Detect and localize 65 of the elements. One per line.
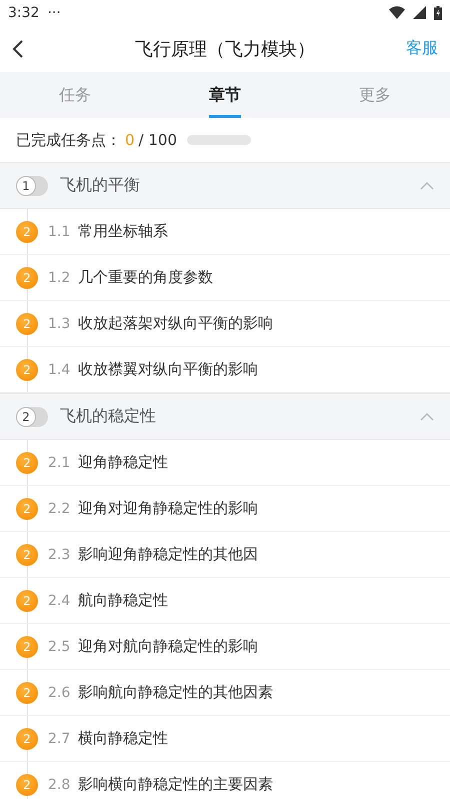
lesson-item[interactable]: 2 1.2 几个重要的角度参数: [0, 255, 450, 301]
lesson-number: 1.1: [48, 224, 72, 240]
lesson-number: 2.8: [48, 776, 72, 792]
wifi-icon: [389, 6, 405, 19]
progress-total: / 100: [138, 131, 177, 149]
lesson-number: 2.1: [48, 454, 72, 470]
lesson-badge: 2: [16, 544, 38, 566]
lesson-title: 迎角对航向静稳定性的影响: [78, 637, 258, 656]
lesson-badge: 2: [16, 728, 38, 750]
progress-done: 0: [125, 131, 135, 149]
lesson-number: 1.2: [48, 270, 72, 286]
back-button[interactable]: [12, 38, 24, 58]
lesson-badge: 2: [16, 498, 38, 520]
lesson-number: 2.7: [48, 730, 72, 746]
notification-dots: ···: [47, 4, 61, 20]
lesson-item[interactable]: 2 2.8 影响横向静稳定性的主要因素: [0, 762, 450, 799]
lesson-item[interactable]: 2 2.6 影响航向静稳定性的其他因素: [0, 670, 450, 716]
lesson-item[interactable]: 2 2.3 影响迎角静稳定性的其他因: [0, 532, 450, 578]
lesson-item[interactable]: 2 2.4 航向静稳定性: [0, 578, 450, 624]
lesson-number: 2.6: [48, 684, 72, 700]
status-time: 3:32: [8, 4, 40, 20]
lesson-number: 2.4: [48, 592, 72, 608]
lesson-item[interactable]: 2 1.1 常用坐标轴系: [0, 209, 450, 255]
lesson-badge: 2: [16, 358, 38, 380]
lesson-item[interactable]: 2 2.7 横向静稳定性: [0, 716, 450, 762]
lesson-number: 2.3: [48, 546, 72, 562]
lesson-title: 常用坐标轴系: [78, 222, 168, 241]
lesson-number: 2.5: [48, 638, 72, 654]
lesson-title: 影响航向静稳定性的其他因素: [78, 683, 273, 702]
back-icon: [12, 38, 24, 58]
lesson-title: 影响迎角静稳定性的其他因: [78, 545, 258, 564]
lesson-item[interactable]: 2 1.3 收放起落架对纵向平衡的影响: [0, 301, 450, 347]
lesson-title: 影响横向静稳定性的主要因素: [78, 775, 273, 794]
tab[interactable]: 章节: [150, 72, 300, 118]
lesson-number: 1.4: [48, 362, 72, 378]
chapter-title: 飞机的稳定性: [60, 406, 156, 427]
lesson-badge: 2: [16, 312, 38, 334]
lesson-title: 航向静稳定性: [78, 591, 168, 610]
chapter-header[interactable]: 1 飞机的平衡: [0, 162, 450, 209]
lesson-badge: 2: [16, 452, 38, 474]
lesson-badge: 2: [16, 682, 38, 704]
lesson-item[interactable]: 2 2.1 迎角静稳定性: [0, 440, 450, 486]
chapter-header[interactable]: 2 飞机的稳定性: [0, 393, 450, 440]
lesson-badge: 2: [16, 636, 38, 658]
lesson-badge: 2: [16, 590, 38, 612]
signal-icon: [413, 6, 426, 19]
lesson-number: 2.2: [48, 500, 72, 516]
lesson-badge: 2: [16, 220, 38, 242]
page-title: 飞行原理（飞力模块）: [135, 38, 315, 60]
lesson-badge: 2: [16, 774, 38, 796]
lesson-title: 收放襟翼对纵向平衡的影响: [78, 360, 258, 379]
lesson-title: 横向静稳定性: [78, 729, 168, 748]
lesson-title: 收放起落架对纵向平衡的影响: [78, 314, 273, 333]
progress-label: 已完成任务点：: [16, 130, 121, 150]
lesson-item[interactable]: 2 2.5 迎角对航向静稳定性的影响: [0, 624, 450, 670]
lesson-title: 迎角对迎角静稳定性的影响: [78, 499, 258, 518]
lesson-item[interactable]: 2 2.2 迎角对迎角静稳定性的影响: [0, 486, 450, 532]
lesson-title: 迎角静稳定性: [78, 453, 168, 472]
chapter-number: 2: [16, 406, 36, 426]
lesson-badge: 2: [16, 266, 38, 288]
battery-icon: [434, 6, 442, 20]
lesson-title: 几个重要的角度参数: [78, 268, 213, 287]
lesson-number: 1.3: [48, 316, 72, 332]
chapter-number: 1: [16, 176, 36, 196]
chapter-title: 飞机的平衡: [60, 175, 140, 196]
